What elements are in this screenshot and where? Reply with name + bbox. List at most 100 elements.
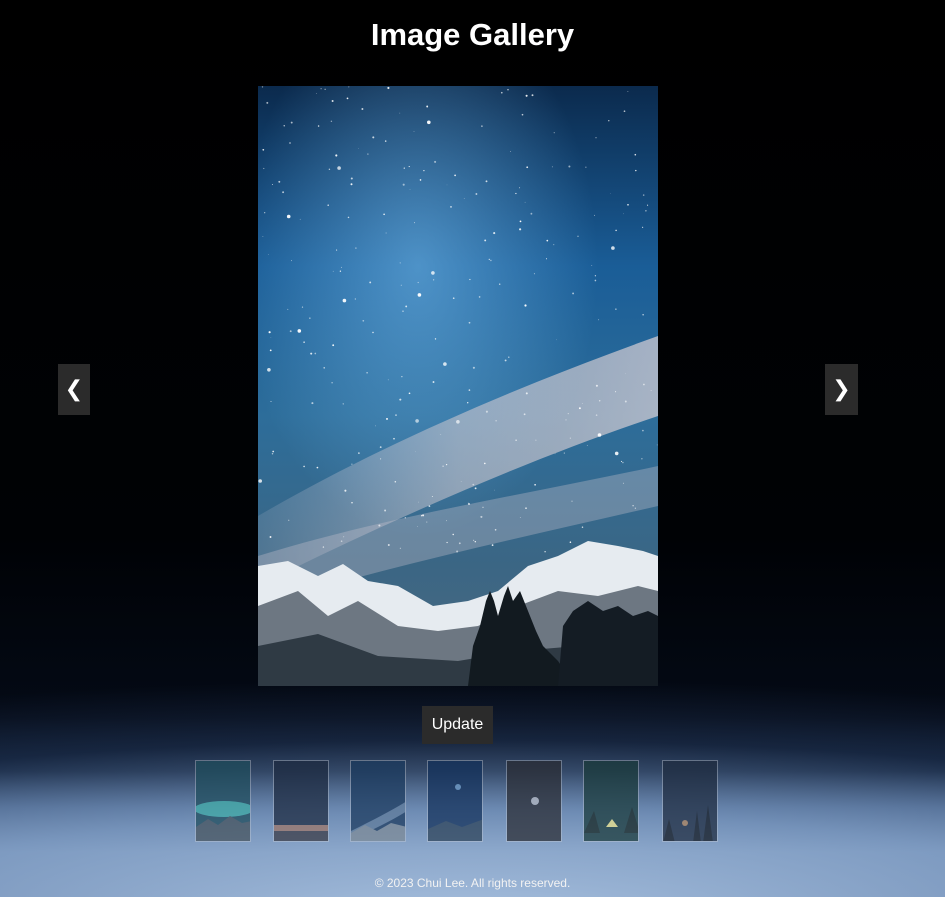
star <box>472 366 475 369</box>
star <box>472 483 475 486</box>
thumbnail-2[interactable] <box>273 760 329 842</box>
star <box>278 180 281 183</box>
star <box>608 120 610 122</box>
star <box>452 297 455 300</box>
star <box>383 213 385 216</box>
star <box>485 410 488 413</box>
forest-night-sky-thumbnail <box>663 761 717 841</box>
star <box>474 487 477 490</box>
thumbnail-6[interactable] <box>583 760 639 842</box>
star <box>446 520 447 522</box>
star <box>379 446 382 448</box>
star <box>384 140 387 142</box>
star <box>468 389 471 391</box>
star <box>291 260 292 262</box>
star <box>525 392 528 395</box>
star <box>337 166 341 170</box>
star <box>258 479 262 483</box>
update-button[interactable]: Update <box>422 706 493 744</box>
star <box>491 544 494 546</box>
star <box>422 514 425 517</box>
thumbnail-5[interactable] <box>506 760 562 842</box>
star <box>467 402 469 404</box>
star <box>269 536 272 538</box>
star <box>331 381 333 384</box>
star <box>544 551 546 553</box>
star <box>507 89 509 91</box>
star <box>409 189 411 190</box>
main-image <box>258 86 658 686</box>
star <box>400 284 402 286</box>
star <box>335 154 338 157</box>
star <box>545 258 548 260</box>
star <box>468 503 470 505</box>
star <box>366 371 368 374</box>
star <box>262 236 264 238</box>
star <box>395 414 397 416</box>
star <box>311 402 314 405</box>
star <box>331 100 334 102</box>
next-image-button[interactable]: ❯ <box>825 364 858 415</box>
star <box>332 270 334 272</box>
star <box>556 339 557 341</box>
star <box>336 249 338 251</box>
star <box>372 136 375 139</box>
star <box>642 226 644 228</box>
thumbnail-3[interactable] <box>350 760 406 842</box>
star <box>417 281 419 284</box>
star <box>519 187 521 189</box>
star <box>418 501 420 503</box>
star <box>495 420 497 422</box>
star <box>414 222 416 224</box>
star <box>474 540 477 543</box>
star <box>339 270 342 272</box>
star <box>563 452 565 454</box>
star <box>535 439 537 441</box>
star <box>458 542 461 545</box>
star <box>384 509 387 512</box>
star <box>358 148 359 149</box>
star <box>641 458 643 460</box>
thumbnail-7[interactable] <box>662 760 718 842</box>
star <box>361 108 364 110</box>
star <box>650 390 652 392</box>
star <box>442 465 444 468</box>
star <box>332 344 335 347</box>
thumbnail-1[interactable] <box>195 760 251 842</box>
star <box>623 110 626 113</box>
star <box>289 142 291 144</box>
star <box>267 368 271 372</box>
star <box>423 169 425 172</box>
previous-image-button[interactable]: ❮ <box>58 364 90 415</box>
star <box>488 258 490 261</box>
star <box>351 502 353 504</box>
star <box>446 184 448 186</box>
star <box>428 505 431 507</box>
star <box>299 218 301 220</box>
star <box>456 420 460 424</box>
star <box>445 463 448 466</box>
moon-dark-sky-thumbnail <box>507 761 561 841</box>
thumbnail-4[interactable] <box>427 760 483 842</box>
star <box>591 265 593 266</box>
star <box>426 521 428 523</box>
star <box>546 239 549 242</box>
star <box>271 184 273 185</box>
star <box>267 254 269 256</box>
star <box>290 121 293 124</box>
star <box>598 400 601 402</box>
star <box>387 379 389 381</box>
aurora-mountain-thumbnail <box>196 761 250 841</box>
star <box>432 381 435 383</box>
star <box>586 445 588 447</box>
star <box>463 198 465 199</box>
star <box>480 515 483 518</box>
star <box>440 434 442 435</box>
star <box>454 174 456 177</box>
star <box>571 500 573 502</box>
star <box>287 308 289 310</box>
star <box>627 91 629 92</box>
star <box>645 210 647 212</box>
starry-sky-hills-thumbnail <box>428 761 482 841</box>
star <box>268 331 271 334</box>
